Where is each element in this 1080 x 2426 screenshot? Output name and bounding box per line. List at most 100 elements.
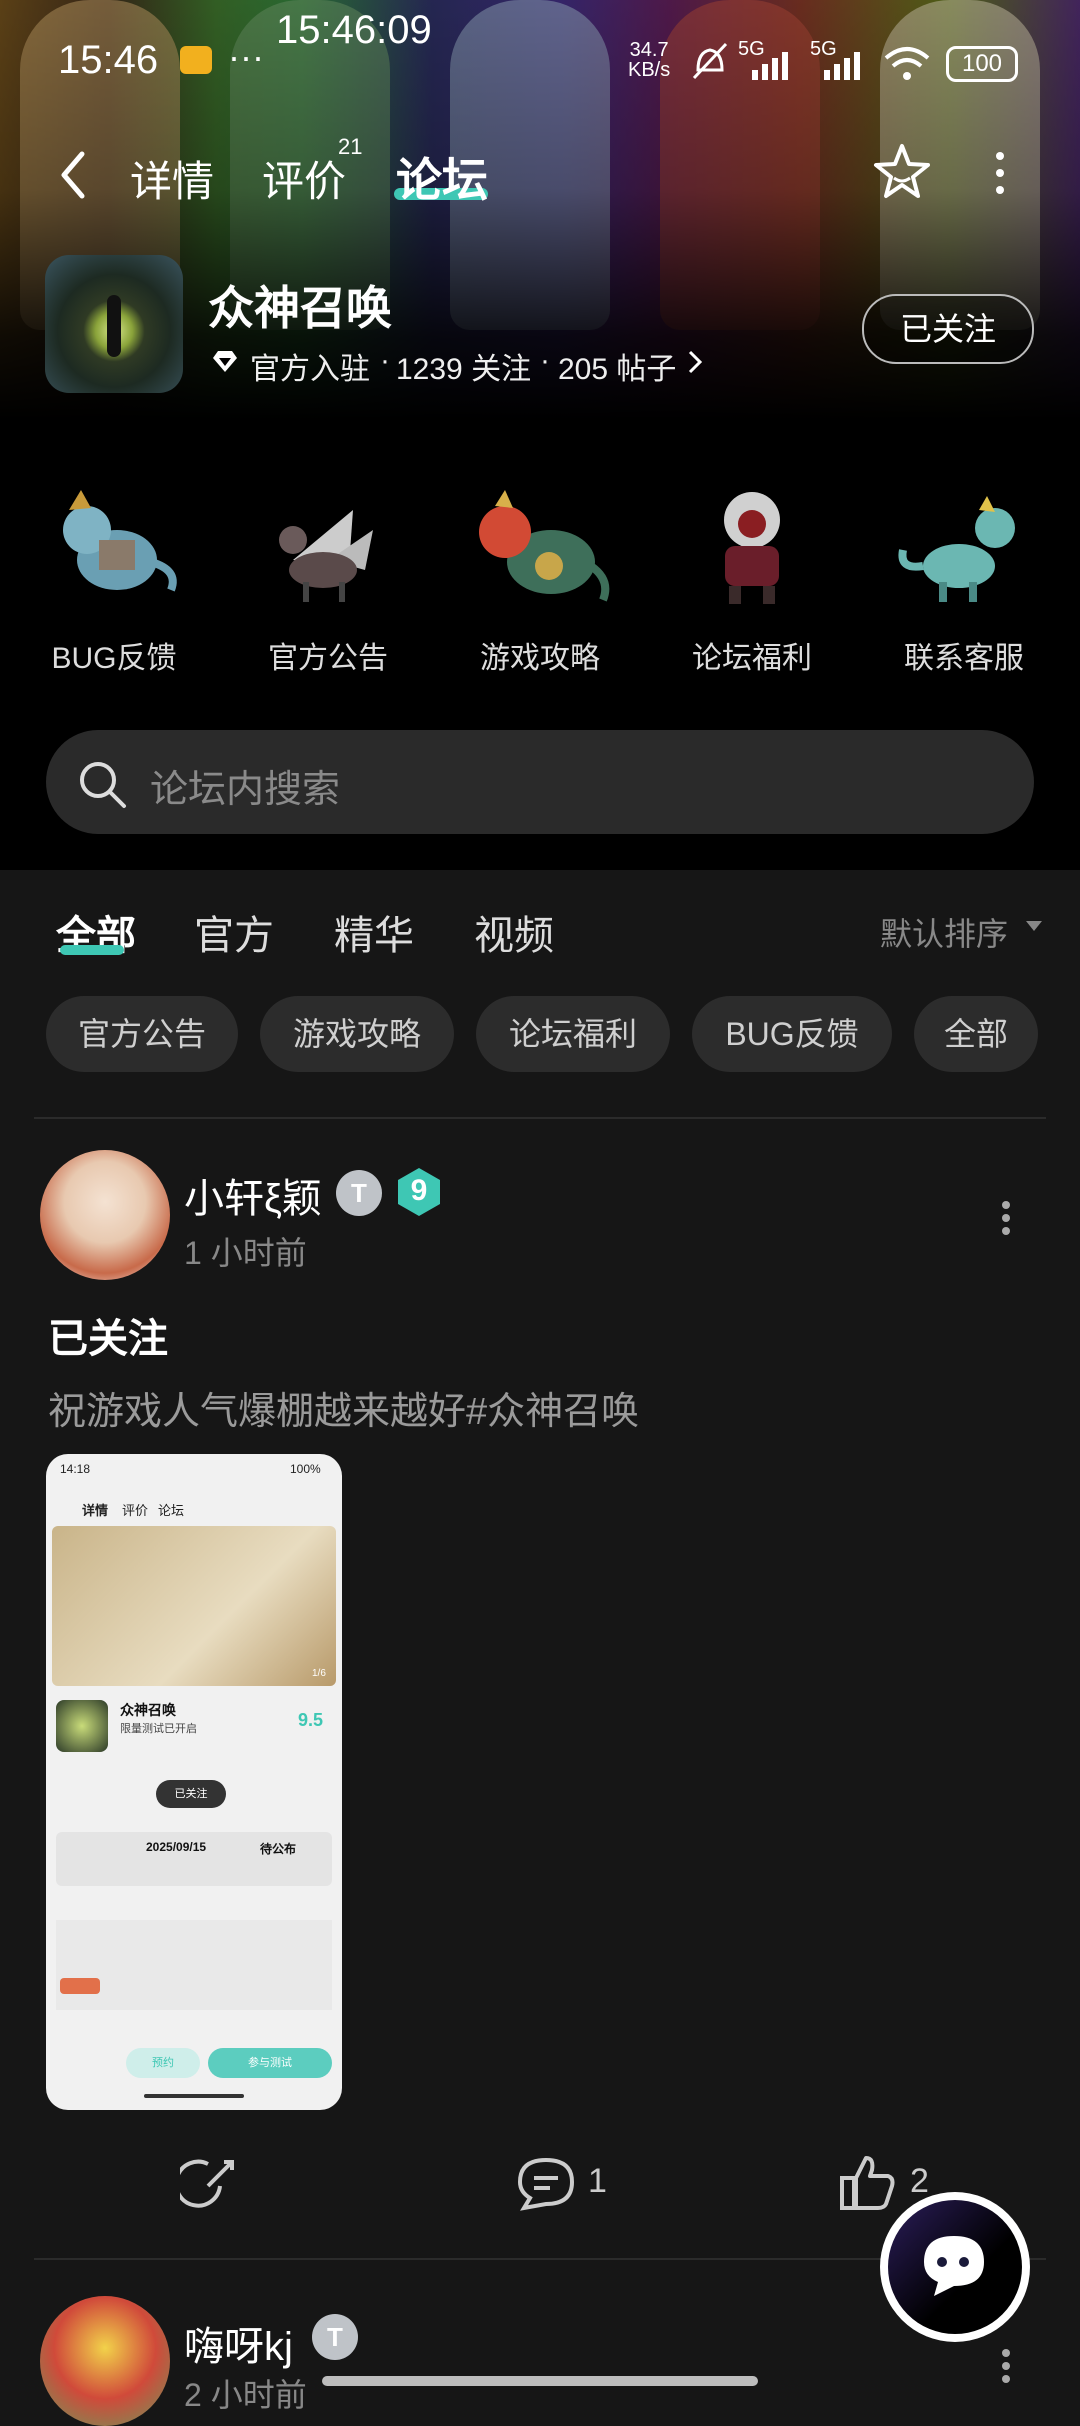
tab-review[interactable]: 评价 xyxy=(262,148,346,209)
thumb-pending: 待公布 xyxy=(260,1842,297,1856)
chip-game-guide[interactable]: 游戏攻略 xyxy=(260,996,454,1072)
shortcut-customer-service[interactable]: 联系客服 xyxy=(864,470,1064,677)
tab-featured[interactable]: 精华 xyxy=(334,903,414,961)
chip-all[interactable]: 全部 xyxy=(914,996,1038,1072)
home-indicator xyxy=(322,2376,758,2386)
thumb-time: 14:18 xyxy=(60,1462,91,1476)
more-vertical-icon[interactable] xyxy=(990,148,1010,198)
post-count[interactable]: 205 帖子 xyxy=(558,344,676,388)
net-speed-unit: KB/s xyxy=(628,59,671,81)
avatar[interactable] xyxy=(40,2296,170,2426)
thumb-date: 2025/09/15 xyxy=(146,1840,207,1854)
tab-detail[interactable]: 详情 xyxy=(130,148,214,209)
winged-dragon-icon xyxy=(279,510,373,602)
thumb-info xyxy=(56,1920,332,2010)
red-dragon-icon xyxy=(479,490,610,602)
avatar[interactable] xyxy=(40,1150,170,1280)
chevron-right-icon xyxy=(688,350,703,374)
thumb-toast: 已关注 xyxy=(156,1780,226,1808)
net-speed: 34.7 KB/s xyxy=(628,40,670,80)
shortcut-label: 联系客服 xyxy=(904,642,1024,675)
top-nav: 详情 评价 21 论坛 xyxy=(0,130,1080,230)
tab-video[interactable]: 视频 xyxy=(474,903,554,961)
separator-1: · xyxy=(380,344,390,377)
shortcut-label: 论坛福利 xyxy=(692,642,812,675)
status-time: 15:46 xyxy=(58,38,159,82)
thumb-sub: 限量测试已开启 xyxy=(120,1723,197,1735)
thumb-tab3: 论坛 xyxy=(158,1503,185,1518)
thumb-logo xyxy=(56,1700,108,1752)
official-label: 官方入驻 xyxy=(250,353,370,386)
forum-search-bar[interactable]: 论坛内搜索 xyxy=(46,730,1034,834)
blue-dragon-icon xyxy=(63,490,177,592)
forum-header: 众神召唤 官方入驻 · 1239 关注 · 205 帖子 已关注 xyxy=(0,250,1080,410)
review-count-badge: 21 xyxy=(338,134,363,159)
user-tier-badge: T xyxy=(336,1170,382,1216)
shortcut-label: BUG反馈 xyxy=(51,642,177,675)
armored-beast-icon xyxy=(724,492,780,604)
separator-2: · xyxy=(540,344,550,377)
thumb-btn2: 参与测试 xyxy=(208,2048,332,2078)
verified-diamond-icon xyxy=(213,351,237,372)
thumb-banner xyxy=(52,1526,336,1686)
caret-down-icon xyxy=(1026,921,1042,931)
share-icon[interactable] xyxy=(180,2156,238,2214)
like-count: 2 xyxy=(910,2162,929,2200)
shortcut-label: 官方公告 xyxy=(268,642,388,675)
post-image[interactable]: 14:18 100% 详情 评价 论坛 1/6 众神召唤 限量测试已开启 9.5… xyxy=(46,1454,342,2110)
sort-dropdown[interactable]: 默认排序 xyxy=(880,909,1008,955)
thumb-tab1: 详情 xyxy=(82,1503,109,1518)
post-body[interactable]: 祝游戏人气爆棚越来越好#众神召唤 xyxy=(48,1380,639,1435)
section-divider xyxy=(34,1117,1046,1119)
chat-fab-button[interactable] xyxy=(880,2192,1030,2342)
shortcut-label: 游戏攻略 xyxy=(480,642,600,675)
status-bar: 15:46 ··· 15:46:09 34.7 KB/s 5G 5G 100 xyxy=(0,0,1080,120)
like-thumb-icon[interactable] xyxy=(838,2154,898,2212)
post-title[interactable]: 已关注 xyxy=(48,1306,168,1364)
shortcut-official-notice[interactable]: 官方公告 xyxy=(228,470,428,677)
thumb-score: 9.5 xyxy=(298,1710,324,1730)
wifi-icon xyxy=(884,47,930,80)
chat-bubble-icon xyxy=(924,2236,984,2296)
favorite-star-icon[interactable] xyxy=(870,140,934,204)
comment-count: 1 xyxy=(588,2162,607,2200)
post-author[interactable]: 嗨呀kj xyxy=(184,2314,293,2372)
level-number: 9 xyxy=(410,1174,428,1207)
filter-tabs: 全部 官方 精华 视频 默认排序 xyxy=(0,885,1080,965)
post-time: 2 小时前 xyxy=(184,2377,307,2413)
clock-overlay: 15:46:09 xyxy=(276,8,432,52)
user-tier-badge: T xyxy=(312,2314,358,2360)
signal-bars-icon xyxy=(752,52,788,80)
net-speed-value: 34.7 xyxy=(629,39,669,61)
signal-bars-2-icon xyxy=(824,52,860,80)
post-more-icon[interactable] xyxy=(996,2348,1016,2384)
tab-all-underline xyxy=(60,945,124,955)
shortcut-forum-benefits[interactable]: 论坛福利 xyxy=(652,470,852,677)
shortcut-bug-feedback[interactable]: BUG反馈 xyxy=(14,470,214,677)
tab-official[interactable]: 官方 xyxy=(194,903,274,961)
teal-dragon-icon xyxy=(898,496,1015,602)
post-time: 1 小时前 xyxy=(184,1235,307,1271)
forum-title: 众神召唤 xyxy=(208,282,392,334)
post-more-icon[interactable] xyxy=(996,1200,1016,1236)
post-author[interactable]: 小轩ξ颖 xyxy=(184,1166,322,1224)
chip-bug-feedback[interactable]: BUG反馈 xyxy=(692,996,892,1072)
chip-official-notice[interactable]: 官方公告 xyxy=(46,996,238,1072)
chip-forum-benefits[interactable]: 论坛福利 xyxy=(476,996,670,1072)
comment-icon[interactable] xyxy=(516,2156,576,2212)
search-icon xyxy=(80,762,126,808)
thumb-tag xyxy=(60,1978,100,1994)
thumb-homebar xyxy=(144,2094,244,2098)
back-arrow-icon[interactable] xyxy=(58,150,88,200)
follower-count: 1239 关注 xyxy=(396,353,532,386)
shortcut-game-guide[interactable]: 游戏攻略 xyxy=(440,470,640,677)
battery-indicator: 100 xyxy=(946,46,1018,82)
thumb-game: 众神召唤 xyxy=(120,1702,176,1718)
status-more-dots: ··· xyxy=(228,36,264,77)
search-placeholder: 论坛内搜索 xyxy=(150,769,341,811)
follow-button[interactable]: 已关注 xyxy=(862,294,1034,364)
weibo-icon xyxy=(180,46,212,74)
thumb-page: 1/6 xyxy=(312,1668,326,1679)
thumb-tab2: 评价 xyxy=(122,1503,149,1518)
tab-forum[interactable]: 论坛 xyxy=(396,144,488,210)
